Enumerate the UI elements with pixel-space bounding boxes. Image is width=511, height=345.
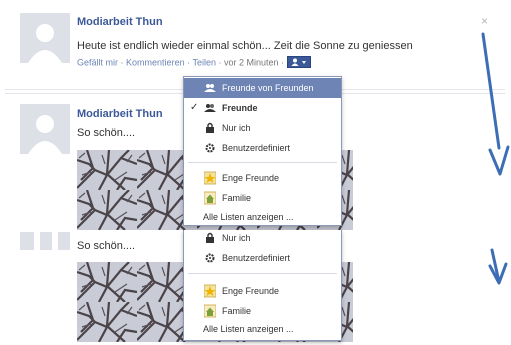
timestamp[interactable]: vor 2 Minuten — [224, 57, 279, 67]
lock-icon — [204, 228, 216, 248]
menu-item-show-all-lists[interactable]: Alle Listen anzeigen ... — [184, 207, 341, 227]
friends-icon — [204, 98, 216, 118]
menu-item-label: Benutzerdefiniert — [222, 253, 291, 263]
post-text: So schön.... — [77, 240, 136, 252]
default-avatar-icon — [20, 104, 70, 154]
menu-item-close-friends[interactable]: Enge Freunde — [184, 168, 341, 188]
menu-item-label: Familie — [222, 193, 252, 203]
default-avatar-icon — [20, 232, 70, 250]
menu-item-label: Alle Listen anzeigen ... — [203, 324, 294, 334]
menu-item-only-me[interactable]: Nur ich — [184, 228, 341, 248]
gear-icon — [204, 248, 216, 268]
menu-item-custom[interactable]: Benutzerdefiniert — [184, 138, 341, 158]
separator: · — [187, 57, 191, 68]
checkmark-icon: ✓ — [190, 102, 199, 113]
menu-item-label: Benutzerdefiniert — [222, 143, 291, 153]
lock-icon — [204, 118, 216, 138]
post-text: Heute ist endlich wieder einmal schön...… — [77, 40, 413, 52]
avatar[interactable] — [20, 232, 70, 250]
menu-item-friends[interactable]: ✓ Freunde — [184, 98, 341, 118]
share-link[interactable]: Teilen — [192, 57, 216, 67]
menu-item-family[interactable]: Familie — [184, 188, 341, 208]
menu-item-label: Nur ich — [222, 233, 251, 243]
down-arrow-icon — [481, 32, 510, 176]
menu-item-label: Familie — [222, 306, 252, 316]
gear-icon — [204, 138, 216, 158]
menu-item-custom[interactable]: Benutzerdefiniert — [184, 248, 341, 268]
avatar[interactable] — [20, 13, 70, 63]
menu-item-close-friends[interactable]: Enge Freunde — [184, 281, 341, 301]
menu-item-label: Enge Freunde — [222, 173, 280, 183]
menu-item-family[interactable]: Familie — [184, 301, 341, 321]
menu-item-friends-of-friends[interactable]: Freunde von Freunden — [184, 78, 341, 98]
post-actions: Gefällt mir · Kommentieren · Teilen · vo… — [77, 56, 311, 69]
home-icon — [203, 188, 217, 208]
menu-item-label: Enge Freunde — [222, 286, 280, 296]
privacy-dropdown-menu: Nur ich Benutzerdefiniert Enge Freunde F… — [183, 230, 342, 341]
separator: · — [281, 57, 285, 68]
star-icon — [203, 168, 217, 188]
privacy-selector-button[interactable] — [286, 56, 311, 68]
close-icon[interactable]: × — [481, 14, 488, 28]
menu-item-label: Alle Listen anzeigen ... — [203, 212, 294, 222]
privacy-dropdown-menu: Freunde von Freunden ✓ Freunde Nur ich B… — [183, 76, 342, 226]
down-arrow-icon — [488, 248, 508, 285]
post-author-name[interactable]: Modiarbeit Thun — [77, 108, 163, 120]
avatar[interactable] — [20, 104, 70, 154]
menu-item-only-me[interactable]: Nur ich — [184, 118, 341, 138]
menu-separator — [188, 162, 337, 163]
comment-link[interactable]: Kommentieren — [126, 57, 185, 67]
home-icon — [203, 301, 217, 321]
star-icon — [203, 281, 217, 301]
friends-of-friends-icon — [204, 78, 216, 98]
friends-icon — [291, 58, 306, 66]
menu-item-show-all-lists[interactable]: Alle Listen anzeigen ... — [184, 319, 341, 339]
post-text: So schön.... — [77, 127, 136, 139]
menu-separator — [188, 273, 337, 274]
separator: · — [218, 57, 222, 68]
post-author-name[interactable]: Modiarbeit Thun — [77, 16, 163, 28]
menu-item-label: Freunde — [222, 103, 258, 113]
menu-item-label: Nur ich — [222, 123, 251, 133]
separator: · — [120, 57, 124, 68]
menu-item-label: Freunde von Freunden — [222, 83, 314, 93]
default-avatar-icon — [20, 13, 70, 63]
like-link[interactable]: Gefällt mir — [77, 57, 118, 67]
